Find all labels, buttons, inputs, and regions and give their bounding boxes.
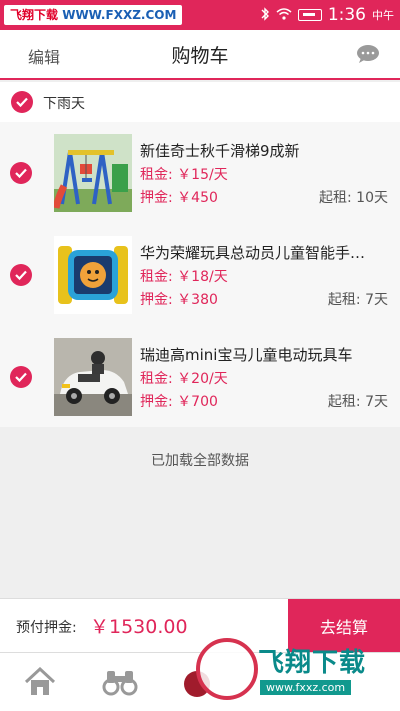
item-deposit: 押金: ￥380 xyxy=(140,292,218,308)
checkmark-icon xyxy=(15,270,27,281)
item-min-rent: 起租: 10天 xyxy=(319,190,388,206)
chat-bubble-icon[interactable] xyxy=(356,44,380,68)
watermark-badge: 飞翔下载 WWW.FXXZ.COM xyxy=(4,5,183,25)
store-name: 下雨天 xyxy=(43,96,85,112)
battery-icon xyxy=(297,9,322,21)
item-checkbox[interactable] xyxy=(10,162,32,184)
cart-item-list: 新佳奇士秋千滑梯9成新 租金: ￥15/天 押金: ￥450 起租: 10天 华… xyxy=(0,122,400,427)
status-ampm: 中午 xyxy=(372,9,394,22)
item-deposit: 押金: ￥450 xyxy=(140,190,218,206)
item-rent: 租金: ￥20/天 xyxy=(140,371,228,387)
item-checkbox[interactable] xyxy=(10,264,32,286)
item-rent: 租金: ￥15/天 xyxy=(140,167,228,183)
status-bar: 飞翔下载 WWW.FXXZ.COM 1:36 中午 xyxy=(0,0,400,30)
bluetooth-icon xyxy=(260,6,270,24)
watermark-title: 飞翔下载 xyxy=(258,648,367,678)
wifi-icon xyxy=(276,7,292,23)
watermark-text-blue: WWW.FXXZ.COM xyxy=(62,8,177,22)
binoculars-icon[interactable] xyxy=(102,667,138,701)
item-checkbox[interactable] xyxy=(10,366,32,388)
checkmark-icon xyxy=(15,168,27,179)
status-indicators: 1:36 中午 xyxy=(260,0,394,30)
store-checkbox[interactable] xyxy=(11,91,33,113)
watermark-url: www.fxxz.com xyxy=(260,680,352,695)
store-row: 下雨天 xyxy=(0,82,400,122)
item-title[interactable]: 新佳奇士秋千滑梯9成新 xyxy=(140,140,375,161)
all-loaded-note: 已加载全部数据 xyxy=(151,453,249,469)
cart-item[interactable]: 瑞迪高mini宝马儿童电动玩具车 租金: ￥20/天 押金: ￥700 起租: … xyxy=(0,326,400,428)
item-thumbnail-toy-car[interactable] xyxy=(54,338,132,416)
watermark-circle xyxy=(196,638,258,700)
checkmark-icon xyxy=(16,97,28,108)
top-nav-bar: 编辑 购物车 xyxy=(0,30,400,80)
item-deposit: 押金: ￥700 xyxy=(140,394,218,410)
cart-item[interactable]: 新佳奇士秋千滑梯9成新 租金: ￥15/天 押金: ￥450 起租: 10天 xyxy=(0,122,400,224)
item-title[interactable]: 瑞迪高mini宝马儿童电动玩具车 xyxy=(140,344,375,365)
home-icon[interactable] xyxy=(24,666,56,701)
item-min-rent: 起租: 7天 xyxy=(327,394,388,410)
watermark-text-red: 飞翔下载 xyxy=(10,8,59,22)
watermark-logo: 飞翔下载 www.fxxz.com xyxy=(196,636,392,704)
cart-item[interactable]: 华为荣耀玩具总动员儿童智能手… 租金: ￥18/天 押金: ￥380 起租: 7… xyxy=(0,224,400,326)
page-title: 购物车 xyxy=(171,45,229,67)
checkmark-icon xyxy=(15,372,27,383)
item-rent: 租金: ￥18/天 xyxy=(140,269,228,285)
item-thumbnail-kids-watch[interactable] xyxy=(54,236,132,314)
deposit-total: ￥1530.00 xyxy=(90,616,188,638)
item-min-rent: 起租: 7天 xyxy=(327,292,388,308)
status-time: 1:36 xyxy=(327,5,366,25)
deposit-label: 预付押金: xyxy=(16,620,77,636)
item-thumbnail-swing-slide[interactable] xyxy=(54,134,132,212)
item-title[interactable]: 华为荣耀玩具总动员儿童智能手… xyxy=(140,242,375,263)
